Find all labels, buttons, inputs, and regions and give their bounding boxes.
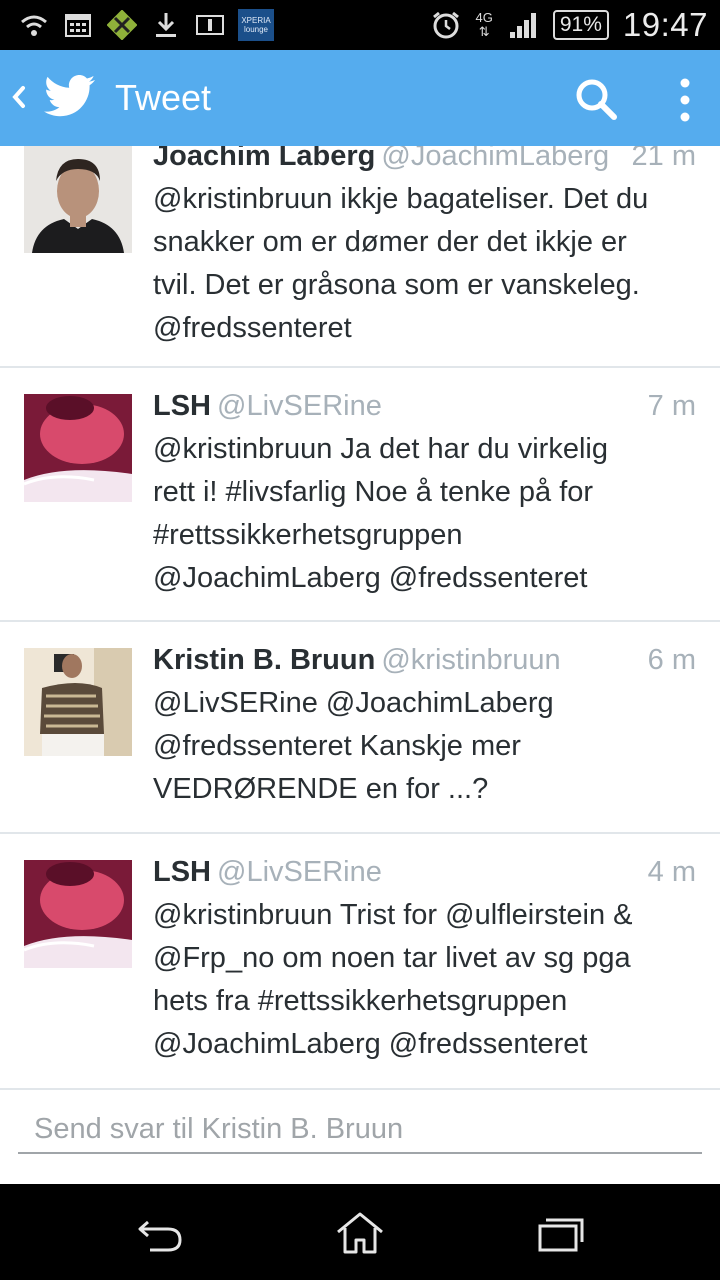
author-name[interactable]: LSH xyxy=(153,856,211,888)
system-nav-bar xyxy=(0,1184,720,1280)
notification-icons: XPERIA lounge xyxy=(18,8,274,42)
tweet-text: @kristinbruun Ja det har du virkelig ret… xyxy=(153,433,608,594)
author-handle[interactable]: @LivSERine xyxy=(217,856,382,888)
system-status: 4G ⇅ 91% 19:47 xyxy=(430,4,708,46)
avatar[interactable] xyxy=(24,648,132,756)
status-bar: XPERIA lounge 4G ⇅ 91% 19:47 xyxy=(0,0,720,50)
network-type-label: 4G ⇅ xyxy=(475,10,493,39)
back-chevron-icon[interactable] xyxy=(10,82,28,112)
tweet-item[interactable]: Kristin B. Bruun @kristinbruun 6 m @LivSE… xyxy=(0,622,720,834)
tweet-text: @kristinbruun Trist for @ulfleirstein & … xyxy=(153,899,633,1060)
more-vert-icon[interactable] xyxy=(670,76,700,124)
tweet-header: Kristin B. Bruun @kristinbruun 6 m xyxy=(153,640,696,680)
author-name[interactable]: Kristin B. Bruun xyxy=(153,644,375,676)
tweet-item[interactable]: Joachim Laberg @JoachimLaberg 21 m @krist… xyxy=(0,146,720,368)
tweet-time: 6 m xyxy=(647,644,696,676)
reply-bar xyxy=(0,1092,720,1184)
info-icon xyxy=(194,9,226,41)
author-name[interactable]: LSH xyxy=(153,390,211,422)
recent-apps-button[interactable] xyxy=(530,1208,590,1258)
tweet-text: @LivSERine @JoachimLaberg @fredssenteret… xyxy=(153,687,554,805)
action-bar: Tweet xyxy=(0,50,720,146)
calendar-icon xyxy=(62,9,94,41)
tweet-item[interactable]: LSH @LivSERine 7 m @kristinbruun Ja det h… xyxy=(0,368,720,622)
data-activity-icon: ⇅ xyxy=(478,24,490,39)
avatar[interactable] xyxy=(24,394,132,502)
signal-icon xyxy=(507,9,539,41)
alarm-icon xyxy=(430,9,462,41)
tweet-list[interactable]: Joachim Laberg @JoachimLaberg 21 m @krist… xyxy=(0,146,720,1092)
tweet-time: 4 m xyxy=(647,856,696,888)
avatar[interactable] xyxy=(24,146,132,253)
tweet-header: LSH @LivSERine 7 m xyxy=(153,386,696,426)
home-button[interactable] xyxy=(330,1208,390,1258)
status-time: 19:47 xyxy=(622,6,708,43)
avatar[interactable] xyxy=(24,860,132,968)
back-button[interactable] xyxy=(130,1208,190,1258)
tweet-header: LSH @LivSERine 4 m xyxy=(153,852,696,892)
tweet-item[interactable]: LSH @LivSERine 4 m @kristinbruun Trist fo… xyxy=(0,834,720,1090)
tweet-time: 21 m xyxy=(631,146,696,172)
author-handle[interactable]: @kristinbruun xyxy=(381,644,560,676)
page-title: Tweet xyxy=(115,77,212,118)
battery-icon: 91% xyxy=(552,10,609,40)
reply-input[interactable] xyxy=(18,1106,702,1154)
tweet-text: @kristinbruun ikkje bagateliser. Det du … xyxy=(153,183,649,344)
tweet-header: Joachim Laberg @JoachimLaberg 21 m xyxy=(153,146,696,176)
author-handle[interactable]: @LivSERine xyxy=(217,390,382,422)
home-icon xyxy=(337,1212,383,1254)
twitter-bird-icon[interactable] xyxy=(44,74,96,120)
xperia-lounge-icon: XPERIA lounge xyxy=(238,9,274,41)
search-icon[interactable] xyxy=(574,77,618,121)
download-icon xyxy=(150,9,182,41)
author-name[interactable]: Joachim Laberg xyxy=(153,146,375,172)
tweet-time: 7 m xyxy=(647,390,696,422)
back-icon xyxy=(138,1220,182,1252)
app-icon xyxy=(106,9,138,41)
recent-apps-icon xyxy=(538,1218,584,1252)
author-handle[interactable]: @JoachimLaberg xyxy=(381,146,609,172)
wifi-question-icon xyxy=(18,9,50,41)
